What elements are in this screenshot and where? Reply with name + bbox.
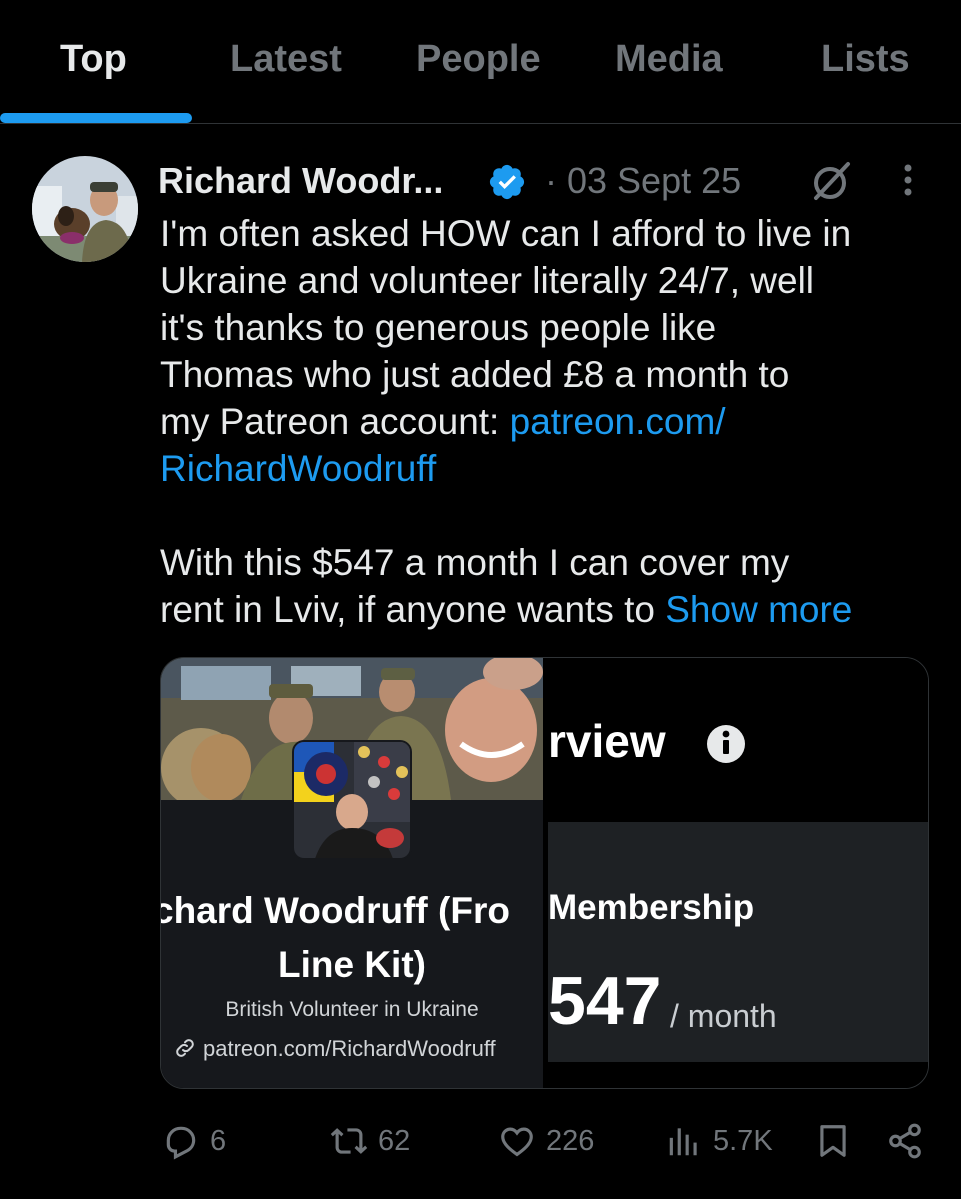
active-tab-indicator [0,113,192,123]
card-title-line: chard Woodruff (Fro [161,890,510,931]
patreon-link[interactable]: patreon.com/ [510,401,726,442]
like-count: 226 [546,1124,595,1157]
tweet-date: · 03 Sept 25 [545,160,742,201]
like-button[interactable]: 226 [498,1120,594,1162]
reply-count: 6 [210,1124,227,1157]
like-icon [501,1127,533,1157]
tab-media[interactable]: Media [615,38,723,81]
per-month-label: / month [670,998,777,1034]
tab-latest[interactable]: Latest [230,38,342,81]
tab-top[interactable]: Top [60,38,127,81]
tweet-text-line: Thomas who just added £8 a month to [160,354,790,395]
tweet-text-line: my Patreon account: [160,401,510,442]
more-icon[interactable] [896,160,920,200]
views-count: 5.7K [713,1124,773,1157]
grok-icon[interactable] [808,158,854,204]
membership-panel: Membership 547 / month [548,822,928,1062]
link-icon [176,1039,194,1057]
bookmark-button[interactable] [814,1120,862,1162]
verified-badge-icon [489,164,525,200]
tweet-text: I'm often asked HOW can I afford to live… [160,210,940,633]
show-more-link[interactable]: Show more [665,589,852,630]
media-image-membership-overview[interactable]: rview Membership 547 / month [548,658,928,1088]
tweet-text-line: With this $547 a month I can cover my [160,542,790,583]
tweet-text-line: rent in Lviv, if anyone wants to [160,589,666,630]
author-name[interactable]: Richard Woodr... [158,160,443,202]
card-url-text: patreon.com/RichardWoodruff [203,1036,496,1061]
membership-amount: 547 [548,963,662,1039]
tab-people[interactable]: People [416,38,541,81]
reply-button[interactable]: 6 [162,1120,226,1162]
share-button[interactable] [886,1120,934,1162]
repost-button[interactable]: 62 [330,1120,410,1162]
tweet-text-line: I'm often asked HOW can I afford to live… [160,213,852,254]
info-icon [707,725,745,763]
share-icon [889,1123,921,1159]
media-attachment[interactable]: chard Woodruff (Fro Line Kit) British Vo… [160,657,929,1089]
card-subtitle: British Volunteer in Ukraine [225,998,479,1021]
views-icon [669,1128,697,1156]
membership-label: Membership [548,888,755,927]
card-title-line: Line Kit) [278,944,426,985]
search-tabs: Top Latest People Media Lists [0,0,961,124]
tweet-text-line: Ukraine and volunteer literally 24/7, we… [160,260,815,301]
reply-icon [166,1126,196,1160]
avatar[interactable] [32,156,138,262]
repost-count: 62 [378,1124,411,1157]
patreon-profile-picture [292,740,412,860]
views-button[interactable]: 5.7K [665,1120,773,1162]
patreon-link-continued[interactable]: RichardWoodruff [160,445,940,492]
bookmark-icon [820,1125,846,1157]
overview-heading: rview [548,715,666,767]
media-image-patreon-profile[interactable]: chard Woodruff (Fro Line Kit) British Vo… [161,658,543,1088]
tweet-text-line: it's thanks to generous people like [160,307,717,348]
repost-icon [330,1128,368,1154]
card-url: patreon.com/RichardWoodruff [173,1036,496,1062]
tab-lists[interactable]: Lists [821,38,910,81]
